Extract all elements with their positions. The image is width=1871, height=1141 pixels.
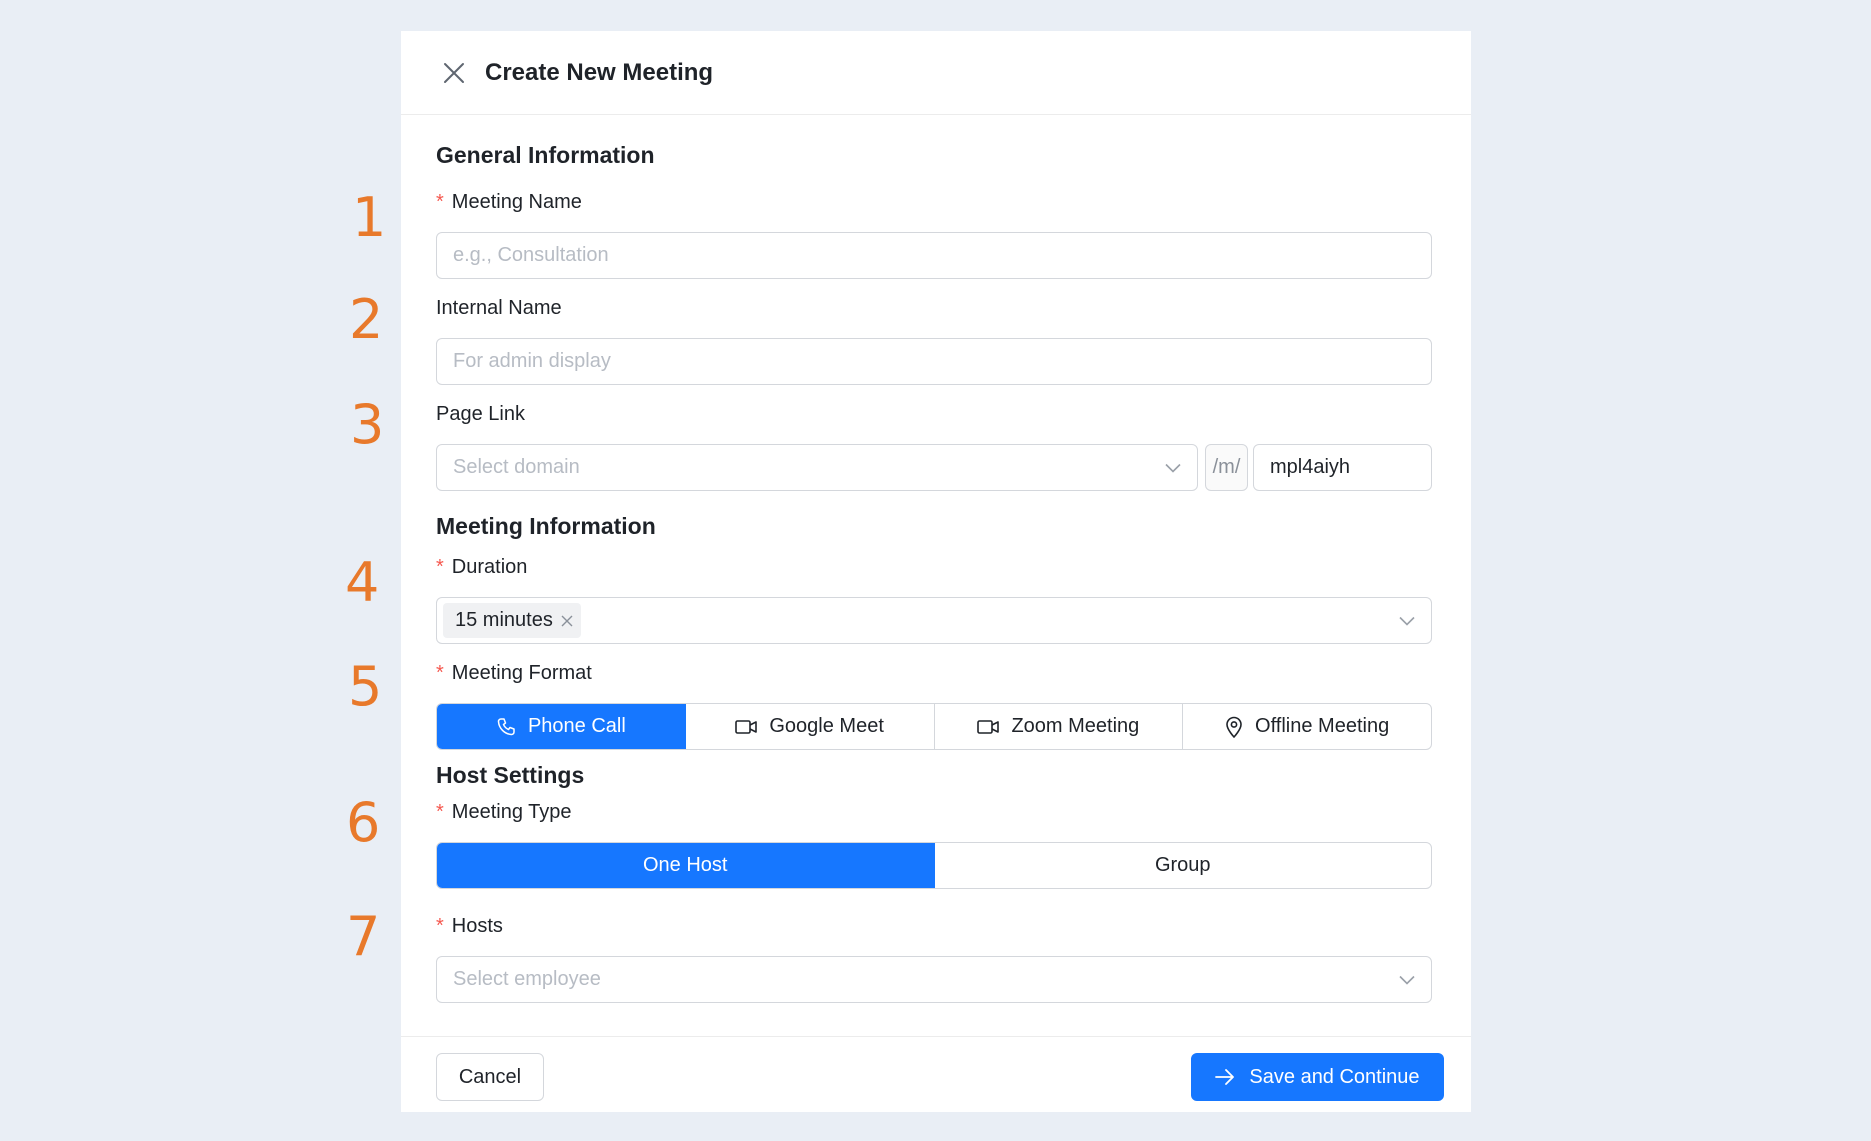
meeting-name-label: * Meeting Name bbox=[436, 191, 582, 214]
path-prefix-text: /m/ bbox=[1212, 456, 1241, 478]
format-option-zoom-meeting[interactable]: Zoom Meeting bbox=[935, 704, 1184, 749]
format-option-google-meet[interactable]: Google Meet bbox=[686, 704, 935, 749]
required-mark: * bbox=[436, 556, 444, 578]
slug-input[interactable]: mpl4aiyh bbox=[1253, 444, 1432, 491]
chevron-down-icon bbox=[1165, 456, 1181, 479]
video-camera-icon bbox=[735, 719, 758, 734]
format-option-label: Phone Call bbox=[527, 715, 626, 737]
meeting-format-label-text: Meeting Format bbox=[451, 662, 592, 684]
step-number-6: 6 bbox=[346, 791, 381, 854]
type-option-label: One Host bbox=[643, 854, 728, 876]
arrow-right-icon bbox=[1215, 1069, 1235, 1085]
duration-tag-label: 15 minutes bbox=[455, 609, 553, 631]
type-option-one-host[interactable]: One Host bbox=[437, 843, 935, 888]
step-number-2: 2 bbox=[349, 288, 384, 351]
slug-value: mpl4aiyh bbox=[1270, 456, 1351, 478]
create-meeting-modal: Create New Meeting General Information *… bbox=[401, 31, 1471, 1112]
cancel-button-label: Cancel bbox=[458, 1065, 522, 1088]
path-prefix: /m/ bbox=[1205, 444, 1248, 491]
modal-title: Create New Meeting bbox=[485, 58, 714, 86]
internal-name-label-text: Internal Name bbox=[436, 297, 562, 319]
location-pin-icon bbox=[1226, 716, 1242, 738]
step-number-3: 3 bbox=[350, 393, 385, 456]
format-option-phone-call[interactable]: Phone Call bbox=[437, 704, 686, 749]
type-option-label: Group bbox=[1154, 854, 1211, 876]
internal-name-input[interactable]: For admin display bbox=[436, 338, 1432, 385]
required-mark: * bbox=[436, 915, 444, 937]
modal-footer: Cancel Save and Continue bbox=[401, 1036, 1471, 1112]
hosts-label-text: Hosts bbox=[451, 915, 503, 937]
phone-icon bbox=[497, 717, 515, 735]
meeting-type-label-text: Meeting Type bbox=[451, 801, 572, 823]
format-option-label: Offline Meeting bbox=[1255, 715, 1390, 737]
meeting-name-placeholder: e.g., Consultation bbox=[453, 244, 609, 266]
meeting-format-segmented: Phone Call Google Meet Zoom Meeting Offl… bbox=[436, 703, 1432, 750]
meeting-name-label-text: Meeting Name bbox=[451, 191, 582, 213]
cancel-button[interactable]: Cancel bbox=[436, 1053, 544, 1101]
format-option-offline-meeting[interactable]: Offline Meeting bbox=[1183, 704, 1431, 749]
domain-select[interactable]: Select domain bbox=[436, 444, 1198, 491]
format-option-label: Zoom Meeting bbox=[1011, 715, 1140, 737]
hosts-select[interactable]: Select employee bbox=[436, 956, 1432, 1003]
internal-name-label: Internal Name bbox=[436, 297, 562, 320]
type-option-group[interactable]: Group bbox=[935, 843, 1432, 888]
page-link-label: Page Link bbox=[436, 403, 525, 426]
duration-tag: 15 minutes bbox=[443, 603, 581, 638]
close-icon[interactable] bbox=[441, 60, 467, 86]
chevron-down-icon bbox=[1399, 609, 1415, 632]
meeting-format-label: * Meeting Format bbox=[436, 662, 592, 685]
video-camera-icon bbox=[977, 719, 1000, 734]
section-title-general: General Information bbox=[436, 142, 655, 168]
required-mark: * bbox=[436, 662, 444, 684]
domain-select-placeholder: Select domain bbox=[453, 456, 580, 478]
internal-name-placeholder: For admin display bbox=[453, 350, 611, 372]
format-option-label: Google Meet bbox=[769, 715, 884, 737]
page-link-label-text: Page Link bbox=[436, 403, 525, 425]
chevron-down-icon bbox=[1399, 968, 1415, 991]
section-title-host: Host Settings bbox=[436, 762, 585, 788]
required-mark: * bbox=[436, 191, 444, 213]
meeting-type-label: * Meeting Type bbox=[436, 801, 572, 824]
duration-label: * Duration bbox=[436, 556, 527, 579]
section-title-meeting: Meeting Information bbox=[436, 513, 656, 539]
step-number-1: 1 bbox=[352, 186, 387, 249]
meeting-name-input[interactable]: e.g., Consultation bbox=[436, 232, 1432, 279]
step-number-7: 7 bbox=[346, 905, 381, 968]
duration-label-text: Duration bbox=[451, 556, 528, 578]
required-mark: * bbox=[436, 801, 444, 823]
duration-select[interactable]: 15 minutes bbox=[436, 597, 1432, 644]
modal-header: Create New Meeting bbox=[401, 31, 1471, 115]
hosts-placeholder: Select employee bbox=[453, 968, 601, 990]
save-button-label: Save and Continue bbox=[1249, 1065, 1420, 1088]
step-number-5: 5 bbox=[348, 655, 383, 718]
meeting-type-segmented: One Host Group bbox=[436, 842, 1432, 889]
hosts-label: * Hosts bbox=[436, 915, 503, 938]
save-and-continue-button[interactable]: Save and Continue bbox=[1191, 1053, 1444, 1101]
tag-remove-icon[interactable] bbox=[561, 615, 573, 627]
step-number-4: 4 bbox=[345, 551, 380, 614]
